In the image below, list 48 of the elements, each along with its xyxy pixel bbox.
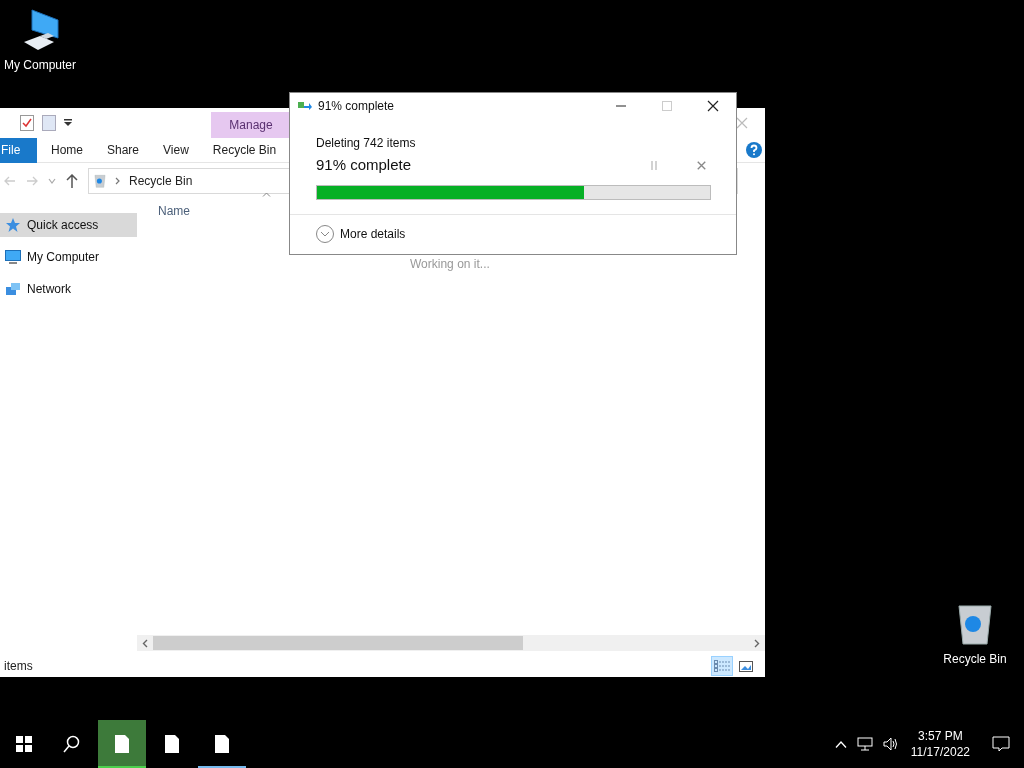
image-icon: [739, 660, 753, 672]
computer-icon: [5, 250, 21, 264]
sidebar-item[interactable]: My Computer: [0, 245, 137, 269]
status-bar-text: items: [4, 658, 33, 675]
document-icon: [115, 735, 129, 753]
ribbon-tab[interactable]: File: [0, 137, 37, 163]
close-icon[interactable]: [707, 99, 719, 112]
column-header[interactable]: Name: [158, 202, 190, 220]
ribbon-tab[interactable]: Recycle Bin: [200, 137, 289, 163]
chevron-icon: [115, 177, 121, 185]
more-details-button[interactable]: More details: [340, 225, 406, 244]
operation-text: Deleting 742 items: [316, 135, 417, 153]
sidebar-item[interactable]: Network: [0, 277, 137, 301]
expand-icon[interactable]: [316, 225, 334, 244]
scroll-left-icon[interactable]: [142, 638, 148, 648]
desktop-icon-label[interactable]: My Computer: [4, 56, 76, 74]
notification-icon[interactable]: [992, 736, 1010, 752]
help-icon[interactable]: [746, 142, 762, 158]
up-icon[interactable]: [66, 174, 78, 188]
dropdown-icon[interactable]: [64, 119, 72, 127]
sort-caret-icon: [262, 192, 271, 197]
desktop-icon-label[interactable]: Recycle Bin: [943, 650, 1007, 668]
address-text: Recycle Bin: [129, 173, 193, 190]
properties-icon[interactable]: [20, 115, 34, 131]
status-message: Working on it...: [410, 256, 490, 273]
progress-text: 91% complete: [316, 155, 413, 176]
ribbon-tab[interactable]: Share: [95, 137, 152, 163]
ribbon-tab[interactable]: Home: [39, 137, 95, 163]
speaker-icon[interactable]: [882, 737, 899, 751]
context-tab-header: Manage: [211, 112, 291, 138]
clock-date[interactable]: 11/17/2022: [910, 744, 970, 760]
document-icon: [215, 735, 229, 753]
sidebar-item[interactable]: Quick access: [0, 213, 137, 237]
star-icon: [5, 217, 21, 233]
chevron-up-icon[interactable]: [834, 740, 847, 748]
recycle-bin-icon: [93, 174, 107, 188]
network-icon: [5, 281, 21, 297]
scroll-right-icon[interactable]: [754, 638, 760, 648]
horizontal-scrollbar[interactable]: [137, 635, 765, 651]
cancel-icon[interactable]: [697, 160, 706, 170]
clock-time[interactable]: 3:57 PM: [918, 728, 963, 744]
document-icon: [165, 735, 179, 753]
file-transfer-icon: [298, 100, 312, 111]
details-view-icon: [714, 660, 730, 672]
minimize-icon[interactable]: [616, 104, 626, 107]
window-title: 91% complete: [318, 97, 396, 115]
network-icon[interactable]: [856, 737, 873, 751]
ribbon-tab[interactable]: View: [151, 137, 201, 163]
